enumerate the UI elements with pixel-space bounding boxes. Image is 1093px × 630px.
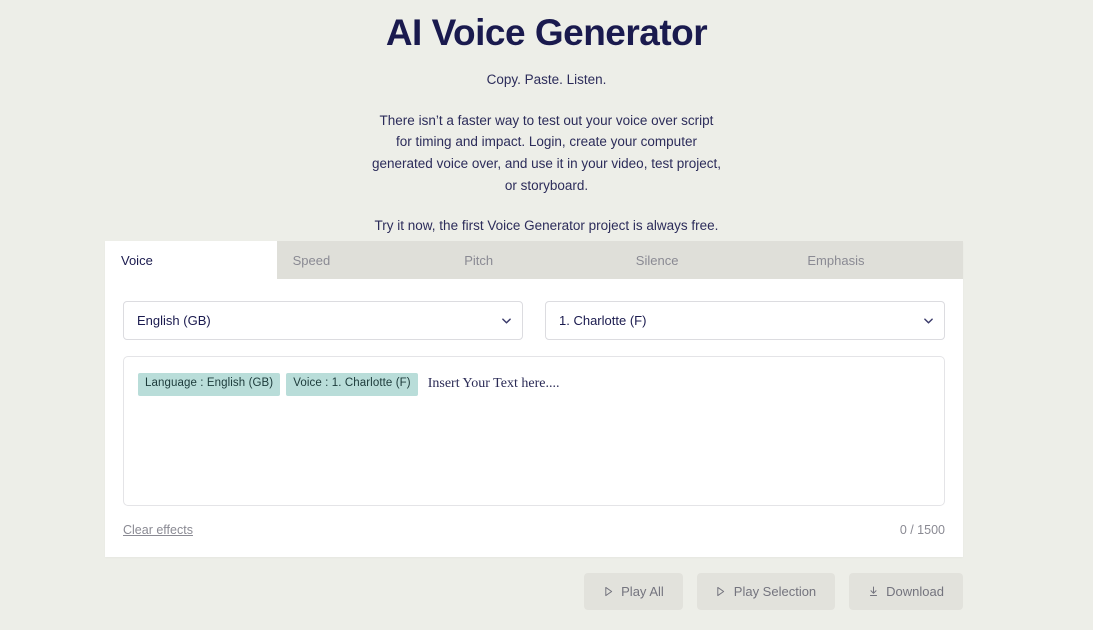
play-selection-button[interactable]: Play Selection xyxy=(696,573,836,610)
hero-cta-text: Try it now, the first Voice Generator pr… xyxy=(374,217,719,233)
app-page: AI Voice Generator Copy. Paste. Listen. … xyxy=(0,0,1093,630)
voice-select[interactable]: 1. Charlotte (F) xyxy=(545,301,945,340)
clear-effects-link[interactable]: Clear effects xyxy=(123,523,193,537)
tab-speed[interactable]: Speed xyxy=(276,241,449,279)
download-icon xyxy=(868,586,878,598)
play-selection-label: Play Selection xyxy=(733,584,817,599)
play-all-label: Play All xyxy=(621,584,664,599)
tab-voice[interactable]: Voice xyxy=(105,241,277,279)
hero-description: There isn’t a faster way to test out you… xyxy=(372,112,721,194)
download-button[interactable]: Download xyxy=(849,573,963,610)
tab-pitch-label: Pitch xyxy=(464,252,494,268)
chip-voice[interactable]: Voice : 1. Charlotte (F) xyxy=(286,373,418,396)
download-label: Download xyxy=(886,584,944,599)
play-all-button[interactable]: Play All xyxy=(584,573,683,610)
tab-speed-label: Speed xyxy=(292,252,331,268)
editor-first-line: Language : English (GB) Voice : 1. Charl… xyxy=(138,373,930,396)
script-editor[interactable]: Language : English (GB) Voice : 1. Charl… xyxy=(123,356,945,506)
play-icon xyxy=(603,586,613,598)
play-icon xyxy=(716,586,726,598)
character-counter: 0 / 1500 xyxy=(899,523,945,537)
hero-section: AI Voice Generator Copy. Paste. Listen. … xyxy=(0,0,1093,236)
tab-voice-label: Voice xyxy=(121,252,153,268)
tab-silence[interactable]: Silence xyxy=(619,241,792,279)
voice-select-value: 1. Charlotte (F) xyxy=(559,313,647,328)
action-button-row: Play All Play Selection Download xyxy=(105,573,963,610)
tab-pitch[interactable]: Pitch xyxy=(448,241,620,279)
voice-select-wrap: 1. Charlotte (F) xyxy=(545,301,945,340)
tab-silence-label: Silence xyxy=(635,252,679,268)
editor-footer: Clear effects 0 / 1500 xyxy=(105,506,963,557)
language-select-wrap: English (GB) xyxy=(123,301,523,340)
page-title: AI Voice Generator xyxy=(385,12,708,53)
tab-emphasis[interactable]: Emphasis xyxy=(791,241,963,279)
language-select[interactable]: English (GB) xyxy=(123,301,523,340)
tab-emphasis-label: Emphasis xyxy=(807,252,865,268)
hero-tagline: Copy. Paste. Listen. xyxy=(486,72,607,88)
language-select-value: English (GB) xyxy=(137,313,211,328)
editor-placeholder: Insert Your Text here.... xyxy=(427,376,560,392)
chip-language[interactable]: Language : English (GB) xyxy=(138,373,281,396)
generator-card: Voice Speed Pitch Silence Emphasis Engli… xyxy=(105,241,963,557)
select-row: English (GB) 1. Charlotte (F) xyxy=(105,279,963,340)
tab-bar: Voice Speed Pitch Silence Emphasis xyxy=(105,241,963,279)
